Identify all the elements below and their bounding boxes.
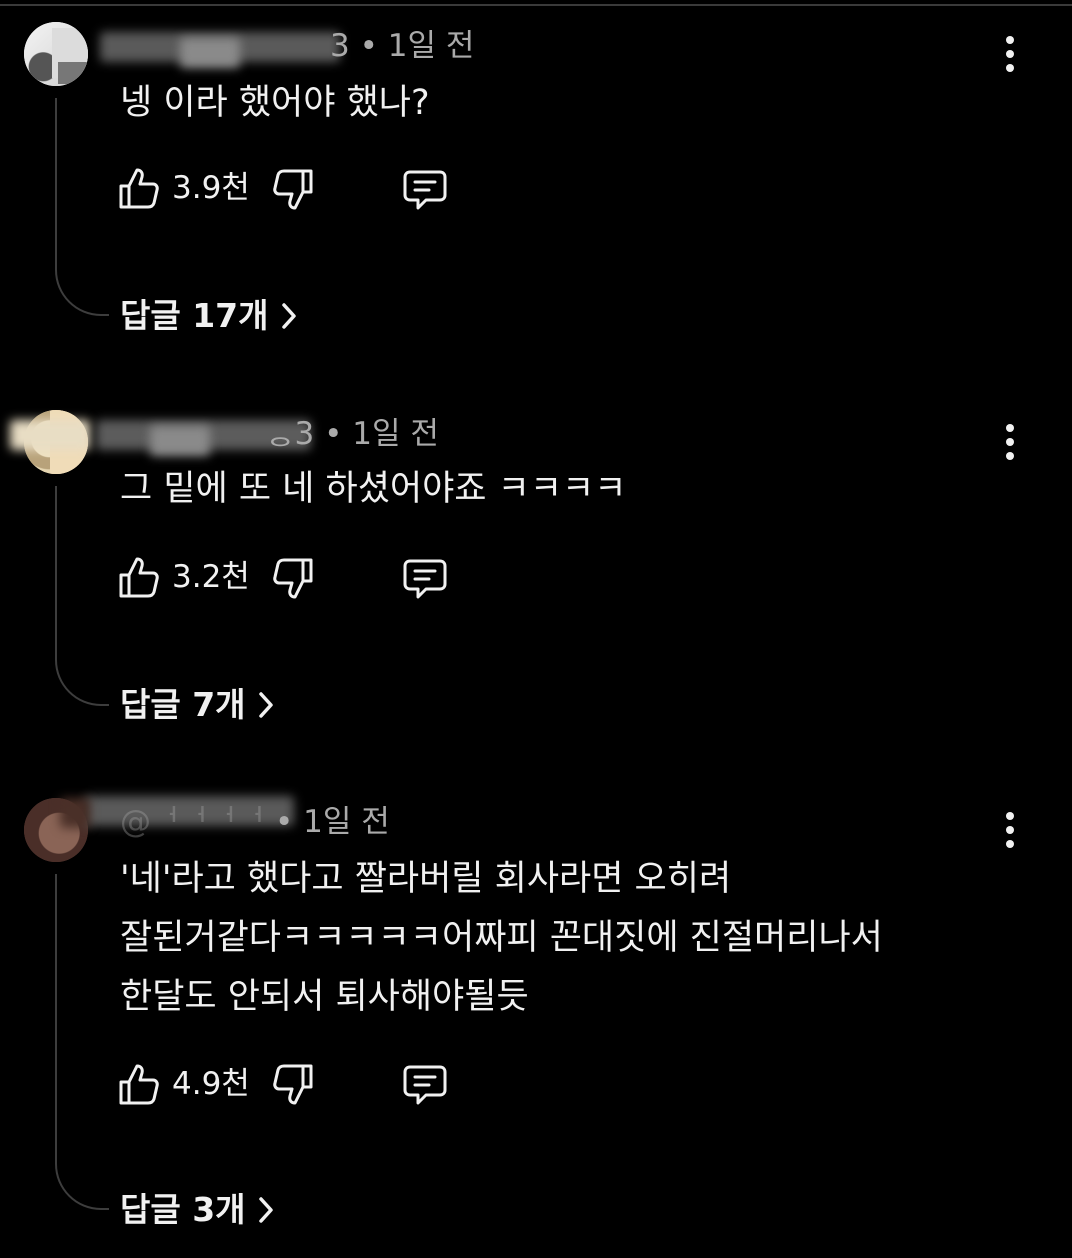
dislike-button[interactable] (272, 168, 316, 212)
more-dot (1006, 452, 1014, 460)
author-fragment[interactable]: @ᅥᅥᅥᅥ (120, 804, 265, 840)
comment-text: 넹 이라 했어야 했나? (120, 83, 430, 123)
more-dot (1006, 50, 1014, 58)
reply-button[interactable] (402, 168, 448, 212)
comment-icon (403, 170, 447, 210)
avatar[interactable] (24, 22, 88, 86)
view-replies-button[interactable]: 답글 3개 (120, 1188, 276, 1232)
view-replies-button[interactable]: 답글 7개 (120, 683, 276, 727)
dislike-button[interactable] (272, 557, 316, 601)
top-divider (0, 4, 1072, 6)
like-count: 3.9천 (172, 170, 250, 206)
more-dot (1006, 826, 1014, 834)
comment-time: 1일 전 (352, 416, 439, 452)
more-dot (1006, 438, 1014, 446)
thumb-up-icon (119, 557, 159, 598)
author-fragment[interactable]: 3 (330, 28, 350, 64)
reply-button[interactable] (402, 1063, 448, 1107)
comment-text: '네'라고 했다고 짤라버릴 회사라면 오히려 잘된거같다ㅋㅋㅋㅋㅋ어짜피 꼰대… (120, 859, 883, 1017)
like-button[interactable]: 3.2천 (118, 555, 250, 599)
comment-icon (403, 1065, 447, 1105)
replies-label: 답글 17개 (120, 296, 269, 335)
thread-line (55, 98, 109, 316)
comment-meta: 3 • 1일 전 (330, 24, 474, 68)
thumb-up-icon (119, 168, 159, 209)
replies-label: 답글 3개 (120, 1190, 246, 1229)
meta-separator: • (324, 416, 343, 452)
like-button[interactable]: 4.9천 (118, 1062, 250, 1106)
chevron-right-icon (281, 303, 296, 329)
comment-time: 1일 전 (303, 804, 390, 840)
author-name-redacted (10, 420, 90, 450)
comment-icon (403, 559, 447, 599)
like-count: 4.9천 (172, 1066, 250, 1102)
more-dot (1006, 840, 1014, 848)
meta-separator: • (359, 28, 378, 64)
thread-line (55, 486, 109, 706)
reply-button[interactable] (402, 557, 448, 601)
author-fragment[interactable]: ᆼ3 (266, 416, 314, 452)
author-name-redacted (60, 798, 90, 828)
more-vertical-icon (1006, 812, 1014, 820)
comment-text: 그 밑에 또 네 하셨어야죠 ㅋㅋㅋㅋ (120, 469, 627, 509)
comment-meta: ᆼ3 • 1일 전 (266, 412, 439, 456)
author-name-redacted (180, 38, 240, 68)
like-count: 3.2천 (172, 559, 250, 595)
dislike-button[interactable] (272, 1063, 316, 1107)
author-name-redacted (150, 426, 210, 456)
chevron-right-icon (258, 692, 273, 718)
more-dot (1006, 64, 1014, 72)
like-button[interactable]: 3.9천 (118, 166, 250, 210)
more-vertical-icon (1006, 36, 1014, 44)
comment-time: 1일 전 (387, 28, 475, 64)
comment-meta: @ᅥᅥᅥᅥ • 1일 전 (120, 800, 390, 844)
thread-line (55, 874, 109, 1210)
more-vertical-icon (1006, 424, 1014, 432)
chevron-right-icon (258, 1197, 273, 1223)
thumb-down-icon (273, 1064, 313, 1105)
view-replies-button[interactable]: 답글 17개 (120, 294, 299, 338)
thumb-down-icon (273, 558, 313, 599)
meta-separator: • (274, 804, 294, 840)
thumb-down-icon (273, 169, 313, 210)
thumb-up-icon (119, 1064, 159, 1105)
replies-label: 답글 7개 (120, 685, 246, 724)
